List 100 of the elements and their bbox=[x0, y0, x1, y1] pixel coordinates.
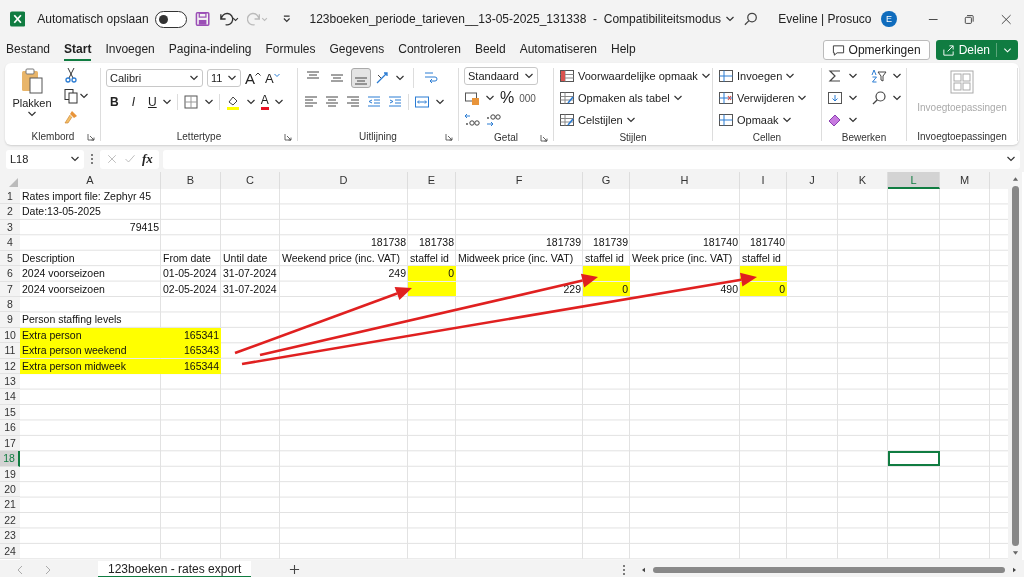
font-size-field[interactable]: 11 bbox=[207, 69, 241, 87]
row-header[interactable]: 21 bbox=[0, 497, 20, 513]
row-header[interactable]: 16 bbox=[0, 420, 20, 436]
column-header[interactable]: L bbox=[888, 172, 940, 189]
grow-font-button[interactable]: A bbox=[245, 69, 261, 87]
caret-icon[interactable] bbox=[203, 97, 214, 107]
caret-icon[interactable] bbox=[725, 14, 736, 24]
caret-icon[interactable] bbox=[848, 115, 858, 125]
ribbon-tab[interactable]: Gegevens bbox=[329, 39, 385, 61]
row-header[interactable]: 1 bbox=[0, 189, 20, 205]
ribbon-tab[interactable]: Beeld bbox=[474, 39, 506, 61]
cells-button[interactable]: Opmaak bbox=[718, 111, 816, 129]
column-header[interactable]: B bbox=[161, 172, 221, 189]
sheet-tab[interactable]: 123boeken - rates export bbox=[98, 561, 252, 577]
column-header[interactable]: G bbox=[583, 172, 630, 189]
ribbon-tab[interactable]: Bestand bbox=[6, 39, 51, 61]
column-header[interactable]: M bbox=[940, 172, 990, 189]
caret-icon[interactable] bbox=[848, 93, 858, 103]
column-header[interactable]: E bbox=[408, 172, 456, 189]
ribbon-tab[interactable]: Invoegen bbox=[105, 39, 155, 61]
row-header[interactable]: 18 bbox=[0, 451, 20, 467]
align-left-icon[interactable] bbox=[303, 94, 319, 110]
row-header[interactable]: 9 bbox=[0, 312, 20, 328]
bold-button[interactable]: B bbox=[110, 95, 119, 109]
selected-cell[interactable] bbox=[888, 451, 940, 467]
caret-icon[interactable] bbox=[848, 71, 858, 81]
ribbon-tab[interactable]: Pagina-indeling bbox=[168, 39, 252, 61]
paste-button[interactable]: Plakken bbox=[11, 67, 53, 119]
column-header[interactable]: J bbox=[787, 172, 838, 189]
ribbon-tab[interactable]: Start bbox=[64, 39, 92, 61]
column-header[interactable]: C bbox=[221, 172, 280, 189]
caret-icon[interactable] bbox=[395, 73, 405, 83]
thousands-button[interactable]: 000 bbox=[519, 92, 536, 104]
vertical-scrollbar[interactable] bbox=[1008, 172, 1022, 560]
styles-button[interactable]: Voorwaardelijke opmaak bbox=[559, 67, 707, 85]
more-icon[interactable] bbox=[622, 563, 626, 576]
name-box[interactable]: L18 bbox=[6, 149, 84, 169]
fill-down-icon[interactable] bbox=[827, 90, 843, 106]
font-name-field[interactable]: Calibri bbox=[106, 69, 203, 87]
align-right-icon[interactable] bbox=[345, 94, 361, 110]
caret-icon[interactable] bbox=[485, 93, 495, 103]
row-header[interactable]: 11 bbox=[0, 343, 20, 359]
row-header[interactable]: 4 bbox=[0, 235, 20, 251]
row-header[interactable]: 2 bbox=[0, 204, 20, 220]
close-icon[interactable] bbox=[1000, 13, 1012, 25]
copy-icon[interactable] bbox=[63, 88, 79, 104]
row-header[interactable]: 6 bbox=[0, 266, 20, 282]
styles-button[interactable]: Celstijlen bbox=[559, 111, 707, 129]
ribbon-tab[interactable]: Help bbox=[611, 39, 636, 61]
more-icon[interactable] bbox=[90, 153, 94, 165]
search-icon[interactable] bbox=[871, 90, 887, 106]
share-button[interactable]: Delen bbox=[935, 40, 1018, 60]
user-avatar[interactable]: E bbox=[881, 11, 897, 27]
percent-button[interactable]: % bbox=[500, 89, 515, 107]
comments-button[interactable]: Opmerkingen bbox=[822, 40, 930, 60]
insert-function-button[interactable]: fx bbox=[142, 151, 153, 167]
sum-icon[interactable] bbox=[827, 68, 843, 84]
caret-icon[interactable] bbox=[892, 93, 902, 103]
row-header[interactable]: 14 bbox=[0, 389, 20, 405]
decrease-decimal-icon[interactable] bbox=[485, 112, 501, 128]
formula-input[interactable] bbox=[162, 149, 1020, 169]
ribbon-tab[interactable]: Formules bbox=[265, 39, 316, 61]
customize-toolbar-icon[interactable] bbox=[282, 14, 292, 24]
search-icon[interactable] bbox=[743, 11, 759, 27]
orientation-icon[interactable] bbox=[375, 70, 391, 86]
save-icon[interactable] bbox=[195, 11, 211, 27]
horizontal-scrollbar[interactable] bbox=[640, 566, 1018, 573]
ribbon-tab[interactable]: Controleren bbox=[398, 39, 461, 61]
number-format-field[interactable]: Standaard bbox=[464, 67, 538, 85]
row-header[interactable]: 13 bbox=[0, 374, 20, 390]
add-sheet-icon[interactable] bbox=[289, 564, 301, 575]
shrink-font-button[interactable]: A bbox=[265, 70, 280, 86]
scissors-icon[interactable] bbox=[63, 67, 79, 83]
italic-button[interactable]: I bbox=[131, 95, 135, 109]
ribbon-tab[interactable]: Automatiseren bbox=[519, 39, 597, 61]
underline-button[interactable]: U bbox=[148, 95, 157, 109]
caret-icon[interactable] bbox=[79, 91, 89, 101]
fill-color-icon[interactable] bbox=[224, 94, 241, 110]
cells-button[interactable]: Verwijderen bbox=[718, 89, 816, 107]
dialog-launcher-icon[interactable] bbox=[284, 133, 292, 141]
dialog-launcher-icon[interactable] bbox=[540, 134, 548, 142]
caret-icon[interactable] bbox=[273, 97, 284, 107]
column-header[interactable]: A bbox=[20, 172, 161, 189]
wrap-text-icon[interactable] bbox=[422, 70, 438, 86]
column-header[interactable]: F bbox=[456, 172, 583, 189]
eraser-icon[interactable] bbox=[827, 112, 843, 128]
autosave-toggle[interactable] bbox=[154, 10, 187, 28]
undo-icon[interactable] bbox=[218, 11, 240, 27]
styles-button[interactable]: Opmaken als tabel bbox=[559, 89, 707, 107]
sort-filter-icon[interactable] bbox=[871, 68, 887, 84]
dialog-launcher-icon[interactable] bbox=[445, 133, 453, 141]
row-header[interactable]: 23 bbox=[0, 528, 20, 544]
dialog-launcher-icon[interactable] bbox=[87, 133, 95, 141]
column-header[interactable]: H bbox=[630, 172, 740, 189]
accounting-icon[interactable] bbox=[464, 90, 480, 106]
cells-button[interactable]: Invoegen bbox=[718, 67, 816, 85]
row-header[interactable]: 20 bbox=[0, 482, 20, 498]
merge-cells-icon[interactable] bbox=[414, 94, 430, 110]
increase-decimal-icon[interactable] bbox=[464, 112, 480, 128]
caret-icon[interactable] bbox=[892, 71, 902, 81]
